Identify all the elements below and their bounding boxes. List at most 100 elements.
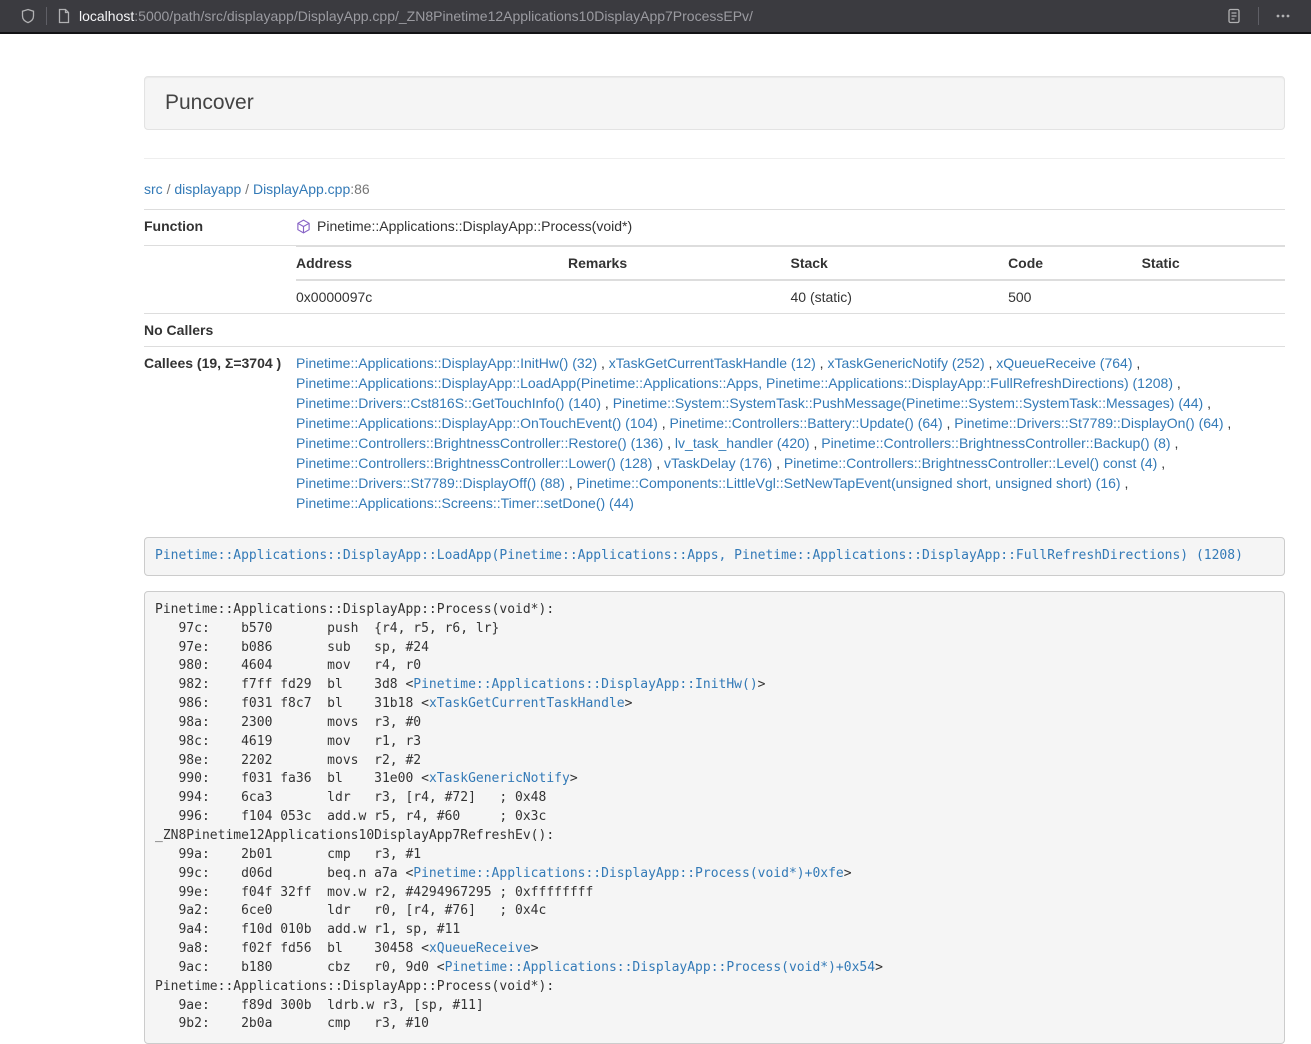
asm-symbol-link[interactable]: Pinetime::Applications::DisplayApp::Init…	[413, 677, 757, 692]
asm-text: 9ae: f89d 300b ldrb.w r3, [sp, #11]	[155, 998, 484, 1013]
callers-label: No Callers	[144, 314, 296, 347]
callee-link[interactable]: Pinetime::Applications::DisplayApp::Load…	[296, 375, 1173, 391]
breadcrumb-link-displayapp[interactable]: displayapp	[174, 181, 241, 197]
asm-text: >	[531, 941, 539, 956]
asm-text: 9b2: 2b0a cmp r3, #10	[155, 1016, 429, 1031]
callee-link[interactable]: xTaskGetCurrentTaskHandle (12)	[609, 355, 816, 371]
breadcrumb-link-file[interactable]: DisplayApp.cpp	[253, 181, 350, 197]
url-host: localhost	[79, 8, 134, 24]
callee-separator: ,	[1224, 415, 1232, 431]
reader-mode-icon[interactable]	[1220, 5, 1248, 27]
package-cube-icon	[296, 219, 311, 239]
callee-separator: ,	[658, 415, 670, 431]
overflow-menu-icon[interactable]	[1269, 5, 1297, 27]
asm-text: 9a4: f10d 010b add.w r1, sp, #11	[155, 922, 460, 937]
callee-separator: ,	[565, 475, 577, 491]
asm-text: Pinetime::Applications::DisplayApp::Proc…	[155, 979, 554, 994]
asm-text: 9ac: b180 cbz r0, 9d0 <	[155, 960, 445, 975]
highlighted-callee-box: Pinetime::Applications::DisplayApp::Load…	[144, 537, 1285, 576]
asm-text: 99a: 2b01 cmp r3, #1	[155, 847, 421, 862]
breadcrumb: src / displayapp / DisplayApp.cpp:86	[144, 179, 1285, 199]
page-title: Puncover	[165, 91, 1264, 115]
callee-link[interactable]: Pinetime::Applications::DisplayApp::Init…	[296, 355, 597, 371]
callee-link[interactable]: Pinetime::System::SystemTask::PushMessag…	[613, 395, 1204, 411]
callers-row: No Callers	[144, 314, 1285, 347]
callee-link[interactable]: Pinetime::Drivers::St7789::DisplayOn() (…	[954, 415, 1223, 431]
asm-text: 980: 4604 mov r4, r0	[155, 658, 421, 673]
asm-symbol-link[interactable]: Pinetime::Applications::DisplayApp::Proc…	[413, 866, 843, 881]
col-header-code: Code	[1008, 247, 1142, 281]
address-bar[interactable]: localhost:5000/path/src/displayapp/Displ…	[79, 8, 1220, 24]
callee-link[interactable]: Pinetime::Drivers::St7789::DisplayOff() …	[296, 475, 565, 491]
function-row-label: Function	[144, 210, 296, 246]
stack-value: 40 (static)	[790, 280, 1008, 313]
page-icon[interactable]	[57, 8, 71, 24]
callee-separator: ,	[652, 455, 664, 471]
callee-separator: ,	[1121, 475, 1129, 491]
metrics-values-row: 0x0000097c 40 (static) 500	[296, 280, 1285, 313]
callee-separator: ,	[1171, 435, 1179, 451]
asm-text: Pinetime::Applications::DisplayApp::Proc…	[155, 602, 554, 617]
asm-text: 98a: 2300 movs r3, #0	[155, 715, 421, 730]
address-value: 0x0000097c	[296, 280, 568, 313]
callee-link[interactable]: Pinetime::Controllers::BrightnessControl…	[296, 455, 652, 471]
callee-link[interactable]: Pinetime::Applications::Screens::Timer::…	[296, 495, 634, 511]
col-header-remarks: Remarks	[568, 247, 791, 281]
asm-symbol-link[interactable]: xTaskGetCurrentTaskHandle	[429, 696, 625, 711]
col-header-static: Static	[1142, 247, 1285, 281]
callee-separator: ,	[810, 435, 822, 451]
callees-list: Pinetime::Applications::DisplayApp::Init…	[296, 347, 1285, 520]
highlighted-callee-link[interactable]: Pinetime::Applications::DisplayApp::Load…	[155, 548, 1243, 563]
static-value	[1142, 280, 1285, 313]
asm-text: >	[625, 696, 633, 711]
breadcrumb-line-number: :86	[350, 181, 369, 197]
function-info-table: Function Pinetime::Applications::Display…	[144, 209, 1285, 519]
callee-separator: ,	[985, 355, 997, 371]
callee-link[interactable]: Pinetime::Controllers::BrightnessControl…	[784, 455, 1157, 471]
code-size-value: 500	[1008, 280, 1142, 313]
asm-text: 990: f031 fa36 bl 31e00 <	[155, 771, 429, 786]
callee-link[interactable]: xQueueReceive (764)	[996, 355, 1132, 371]
asm-text: 982: f7ff fd29 bl 3d8 <	[155, 677, 413, 692]
col-header-stack: Stack	[790, 247, 1008, 281]
callees-row: Callees (19, Σ=3704 ) Pinetime::Applicat…	[144, 347, 1285, 520]
asm-text: 98e: 2202 movs r2, #2	[155, 753, 421, 768]
breadcrumb-separator: /	[245, 181, 249, 197]
asm-text: 99c: d06d beq.n a7a <	[155, 866, 413, 881]
callee-link[interactable]: vTaskDelay (176)	[664, 455, 772, 471]
callee-separator: ,	[1132, 355, 1140, 371]
callee-link[interactable]: Pinetime::Applications::DisplayApp::OnTo…	[296, 415, 658, 431]
asm-text: 99e: f04f 32ff mov.w r2, #4294967295 ; 0…	[155, 885, 593, 900]
callee-link[interactable]: xTaskGenericNotify (252)	[827, 355, 984, 371]
asm-text: 9a8: f02f fd56 bl 30458 <	[155, 941, 429, 956]
breadcrumb-link-src[interactable]: src	[144, 181, 163, 197]
callee-link[interactable]: lv_task_handler (420)	[675, 435, 810, 451]
asm-symbol-link[interactable]: Pinetime::Applications::DisplayApp::Proc…	[445, 960, 875, 975]
callee-link[interactable]: Pinetime::Components::LittleVgl::SetNewT…	[577, 475, 1121, 491]
asm-text: >	[570, 771, 578, 786]
toolbar-divider-2	[1258, 7, 1259, 25]
callee-separator: ,	[1173, 375, 1181, 391]
callee-link[interactable]: Pinetime::Drivers::Cst816S::GetTouchInfo…	[296, 395, 601, 411]
callee-separator: ,	[597, 355, 609, 371]
callee-link[interactable]: Pinetime::Controllers::BrightnessControl…	[821, 435, 1170, 451]
disassembly-listing: Pinetime::Applications::DisplayApp::Proc…	[144, 591, 1285, 1044]
asm-text: 98c: 4619 mov r1, r3	[155, 734, 421, 749]
asm-text: >	[875, 960, 883, 975]
app-header-panel: Puncover	[144, 76, 1285, 130]
callee-separator: ,	[1203, 395, 1211, 411]
callee-separator: ,	[943, 415, 955, 431]
callee-separator: ,	[1157, 455, 1165, 471]
shield-icon[interactable]	[20, 8, 36, 24]
asm-text: 996: f104 053c add.w r5, r4, #60 ; 0x3c	[155, 809, 546, 824]
asm-symbol-link[interactable]: xQueueReceive	[429, 941, 531, 956]
remarks-value	[568, 280, 791, 313]
asm-symbol-link[interactable]: xTaskGenericNotify	[429, 771, 570, 786]
col-header-address: Address	[296, 247, 568, 281]
function-name: Pinetime::Applications::DisplayApp::Proc…	[317, 218, 632, 234]
callee-link[interactable]: Pinetime::Controllers::Battery::Update()…	[670, 415, 943, 431]
asm-text: 97c: b570 push {r4, r5, r6, lr}	[155, 621, 499, 636]
callee-separator: ,	[816, 355, 828, 371]
callee-link[interactable]: Pinetime::Controllers::BrightnessControl…	[296, 435, 663, 451]
function-metrics-row: Address Remarks Stack Code Static 0x0000…	[144, 246, 1285, 314]
